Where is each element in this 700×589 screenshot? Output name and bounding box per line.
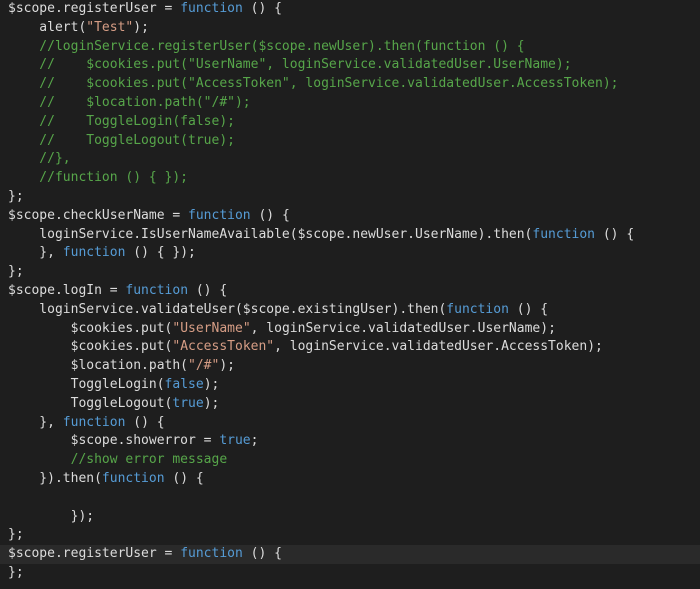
code-text: $scope.showerror =: [8, 433, 220, 449]
code-line[interactable]: });: [0, 508, 700, 527]
code-line[interactable]: alert("Test");: [0, 19, 700, 38]
code-string: "UserName": [172, 320, 251, 336]
code-keyword: true: [172, 395, 204, 411]
code-text: );: [203, 376, 220, 392]
code-line[interactable]: // $location.path("/#");: [0, 94, 700, 113]
code-text: alert(: [8, 19, 87, 35]
code-line[interactable]: loginService.IsUserNameAvailable($scope.…: [0, 226, 700, 245]
code-text: );: [203, 395, 220, 411]
code-keyword: function: [446, 301, 509, 317]
code-text: ToggleLogout(: [8, 395, 173, 411]
code-text: loginService.validateUser($scope.existin…: [8, 301, 447, 317]
code-text: $cookies.put(: [8, 339, 173, 355]
code-text: };: [8, 527, 24, 543]
code-text: () {: [250, 207, 290, 223]
code-text: () {: [188, 282, 228, 298]
code-keyword: false: [164, 376, 204, 392]
code-text: () { });: [125, 245, 196, 261]
code-keyword: function: [101, 470, 165, 486]
code-text: $scope.registerUser =: [8, 546, 181, 562]
code-line[interactable]: [0, 489, 700, 508]
code-comment: //loginService.registerUser($scope.newUs…: [8, 38, 525, 54]
code-line[interactable]: //loginService.registerUser($scope.newUs…: [0, 38, 700, 57]
code-line[interactable]: $location.path("/#");: [0, 357, 700, 376]
code-line[interactable]: ToggleLogin(false);: [0, 376, 700, 395]
code-line[interactable]: // $cookies.put("UserName", loginService…: [0, 56, 700, 75]
code-text: () {: [595, 226, 635, 242]
code-text: $scope.registerUser =: [8, 1, 181, 16]
code-keyword: function: [532, 226, 596, 242]
code-line[interactable]: $scope.registerUser = function () {: [0, 0, 700, 19]
code-line[interactable]: $scope.checkUserName = function () {: [0, 207, 700, 226]
code-text: $scope.checkUserName =: [8, 207, 189, 223]
code-text: },: [8, 414, 63, 430]
code-text: );: [133, 19, 149, 35]
code-editor[interactable]: $scope.registerUser = function () { aler…: [0, 0, 700, 589]
code-line[interactable]: //function () { });: [0, 169, 700, 188]
code-text: loginService.IsUserNameAvailable($scope.…: [8, 226, 533, 242]
code-text: ;: [250, 433, 259, 449]
code-string: "AccessToken": [172, 339, 275, 355]
code-text: () {: [164, 470, 204, 486]
code-text: });: [8, 508, 95, 524]
code-text: , loginService.validatedUser.AccessToken…: [274, 339, 603, 355]
code-keyword: true: [219, 433, 251, 449]
code-keyword: function: [180, 546, 243, 562]
code-text: },: [8, 245, 63, 261]
code-text: }).then(: [8, 470, 102, 486]
code-keyword: function: [125, 282, 189, 298]
code-keyword: function: [62, 414, 126, 430]
code-line[interactable]: $cookies.put("UserName", loginService.va…: [0, 320, 700, 339]
code-line[interactable]: //show error message: [0, 451, 700, 470]
code-line[interactable]: ToggleLogout(true);: [0, 395, 700, 414]
code-text: };: [8, 188, 24, 204]
code-keyword: function: [188, 207, 251, 223]
code-keyword: function: [62, 245, 126, 261]
code-text: };: [8, 264, 24, 280]
code-comment: // ToggleLogout(true);: [8, 132, 235, 148]
code-text: () {: [508, 301, 549, 317]
code-comment: // $cookies.put("AccessToken", loginServ…: [8, 76, 619, 92]
code-line[interactable]: };: [0, 526, 700, 545]
code-comment: // $location.path("/#");: [8, 94, 251, 110]
code-text: ToggleLogin(: [8, 376, 165, 392]
code-string: "/#": [188, 358, 220, 374]
code-line[interactable]: // ToggleLogin(false);: [0, 113, 700, 132]
code-text: () {: [242, 1, 282, 16]
code-line[interactable]: // $cookies.put("AccessToken", loginServ…: [0, 75, 700, 94]
code-line[interactable]: //},: [0, 150, 700, 169]
code-text: $scope.logIn =: [8, 282, 126, 298]
code-line[interactable]: $scope.showerror = true;: [0, 432, 700, 451]
code-line[interactable]: $cookies.put("AccessToken", loginService…: [0, 338, 700, 357]
code-keyword: function: [180, 1, 243, 16]
code-line[interactable]: $scope.logIn = function () {: [0, 282, 700, 301]
code-line[interactable]: }, function () { });: [0, 244, 700, 263]
code-line[interactable]: };: [0, 188, 700, 207]
code-string: "Test": [86, 19, 134, 35]
code-text: $cookies.put(: [8, 320, 173, 336]
code-text: );: [219, 358, 235, 374]
code-text: () {: [125, 414, 165, 430]
code-line[interactable]: };: [0, 564, 700, 583]
code-text: $location.path(: [8, 358, 189, 374]
code-comment: //show error message: [8, 452, 228, 468]
code-text: };: [8, 564, 24, 580]
code-comment: // ToggleLogin(false);: [8, 113, 235, 129]
code-comment: // $cookies.put("UserName", loginService…: [8, 57, 572, 73]
code-line[interactable]: }, function () {: [0, 414, 700, 433]
code-line[interactable]: // ToggleLogout(true);: [0, 132, 700, 151]
code-line[interactable]: $scope.registerUser = function () {: [0, 545, 700, 564]
code-line[interactable]: }).then(function () {: [0, 470, 700, 489]
code-text: () {: [242, 546, 282, 562]
code-line[interactable]: loginService.validateUser($scope.existin…: [0, 301, 700, 320]
code-comment: //},: [8, 151, 71, 167]
code-comment: //function () { });: [8, 170, 189, 186]
code-line[interactable]: };: [0, 263, 700, 282]
code-text: , loginService.validatedUser.UserName);: [250, 320, 556, 336]
